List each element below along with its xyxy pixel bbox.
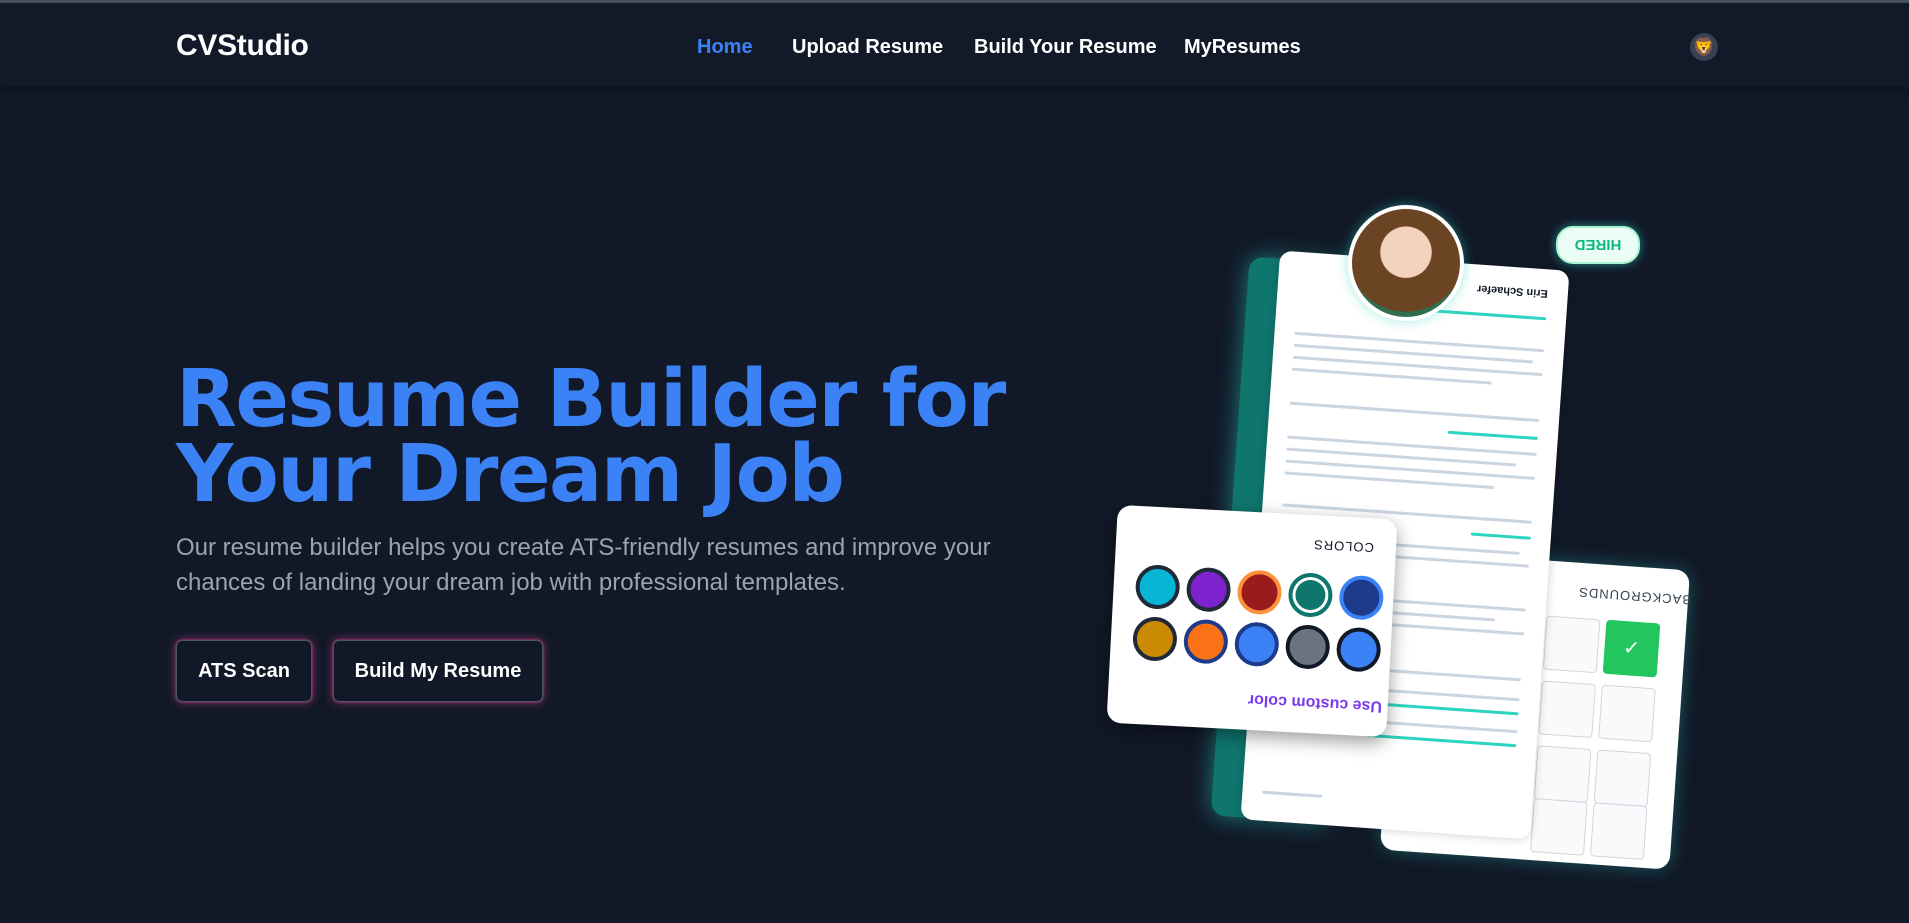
color-swatch xyxy=(1236,569,1283,616)
background-tile xyxy=(1593,749,1652,808)
color-swatch xyxy=(1134,563,1181,611)
hero-illustration: BACKGROUNDS ✓ Erin Schaefer HIRED COLORS… xyxy=(1106,200,1710,890)
colors-title: COLORS xyxy=(1312,537,1375,556)
color-swatch xyxy=(1233,621,1280,668)
color-swatch-selected xyxy=(1287,571,1334,619)
navbar: CVStudio Home Upload Resume Build Your R… xyxy=(0,3,1909,87)
resume-text-line xyxy=(1289,401,1540,423)
brand-logo[interactable]: CVStudio xyxy=(176,29,309,63)
resume-text-line xyxy=(1366,733,1517,748)
color-swatch xyxy=(1335,626,1382,673)
nav-link-my-resumes[interactable]: MyResumes xyxy=(1184,36,1301,59)
resume-name: Erin Schaefer xyxy=(1476,282,1549,300)
resume-text-line xyxy=(1426,308,1547,321)
color-swatch xyxy=(1185,566,1232,613)
hero-title-line-2: Your Dream Job xyxy=(176,428,845,520)
background-tile xyxy=(1598,684,1656,743)
resume-profile-photo xyxy=(1348,205,1464,321)
background-tile xyxy=(1589,802,1648,860)
color-swatch xyxy=(1284,623,1331,671)
backgrounds-title: BACKGROUNDS xyxy=(1577,584,1692,608)
color-swatch xyxy=(1131,615,1179,663)
resume-text-line xyxy=(1447,430,1538,440)
hero-title: Resume Builder for Your Dream Job xyxy=(176,353,1076,520)
background-tile xyxy=(1533,745,1592,803)
nav-link-upload-resume[interactable]: Upload Resume xyxy=(792,36,943,59)
colors-card: COLORS Use custom color xyxy=(1106,504,1398,738)
ats-scan-button[interactable]: ATS Scan xyxy=(176,640,312,702)
hired-badge: HIRED xyxy=(1556,226,1640,264)
resume-text-line xyxy=(1470,532,1531,540)
resume-text-line xyxy=(1368,701,1519,716)
background-tile xyxy=(1538,680,1596,739)
color-swatch xyxy=(1338,574,1385,621)
user-avatar-icon[interactable]: 🦁 xyxy=(1690,33,1718,61)
background-tile xyxy=(1542,615,1601,674)
hero-title-line-1: Resume Builder for xyxy=(176,353,1006,445)
hero-subtitle: Our resume builder helps you create ATS-… xyxy=(176,534,991,596)
background-tile xyxy=(1530,798,1588,856)
nav-link-home[interactable]: Home xyxy=(697,36,753,59)
custom-color-link: Use custom color xyxy=(1247,690,1383,715)
color-swatch xyxy=(1182,618,1229,665)
resume-text-line xyxy=(1262,790,1323,798)
nav-link-build-your-resume[interactable]: Build Your Resume xyxy=(974,36,1157,59)
build-my-resume-button[interactable]: Build My Resume xyxy=(333,640,543,702)
background-tile-selected: ✓ xyxy=(1602,619,1661,678)
